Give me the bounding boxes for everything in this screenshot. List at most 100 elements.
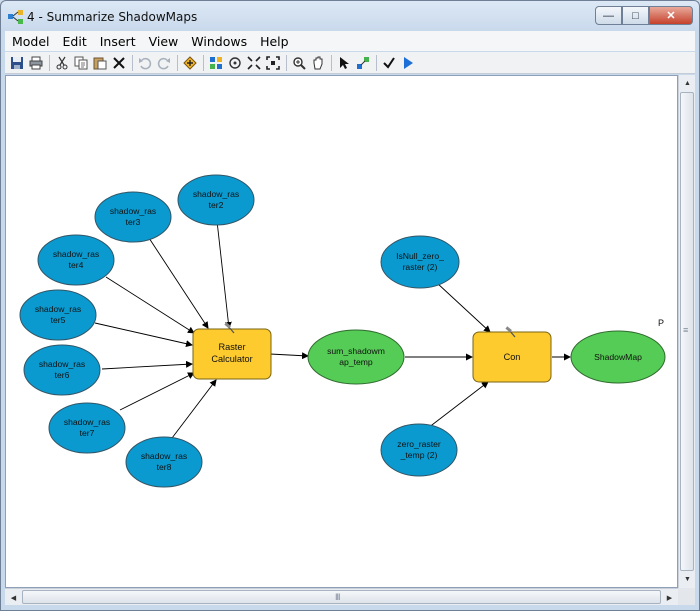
node-label: shadow_ras: [35, 304, 81, 314]
model-builder-window: 4 - Summarize ShadowMaps — □ ✕ Model Edi…: [0, 0, 700, 611]
node-label: ter8: [157, 462, 172, 472]
select-icon: [340, 56, 349, 69]
size-grip[interactable]: [678, 588, 695, 605]
node-label: ShadowMap: [594, 352, 642, 362]
output-node-shadowmap[interactable]: ShadowMap: [570, 330, 666, 384]
tool-node-con[interactable]: Con: [472, 326, 552, 383]
fixed-zoom-out-button[interactable]: [264, 54, 282, 72]
vertical-scroll-thumb[interactable]: ≡: [680, 92, 694, 571]
run-button[interactable]: [399, 54, 417, 72]
pan-button[interactable]: [309, 54, 327, 72]
connector-isnull-to-con[interactable]: [436, 282, 491, 333]
output-node-sum-shadowmap-temp[interactable]: sum_shadowm ap_temp: [307, 329, 405, 385]
horizontal-scroll-thumb[interactable]: III: [22, 590, 661, 604]
connector-zero-raster-to-con[interactable]: [427, 381, 489, 429]
caption-buttons: — □ ✕: [595, 6, 693, 26]
model-canvas[interactable]: shadow_ras ter2 shadow_ras ter3 shadow_r…: [5, 75, 678, 588]
node-label: Calculator: [211, 354, 252, 364]
standard-toolbar: [5, 52, 695, 74]
node-label: shadow_ras: [53, 249, 99, 259]
node-label: sum_shadowm: [327, 346, 385, 356]
minimize-icon: —: [603, 9, 614, 22]
node-label: shadow_ras: [193, 189, 239, 199]
print-icon: [29, 56, 43, 69]
node-label: Raster: [218, 342, 245, 352]
save-button[interactable]: [8, 54, 26, 72]
zoom-in-button[interactable]: [290, 54, 308, 72]
node-label: zero_raster: [397, 439, 441, 449]
node-label: _temp (2): [400, 450, 438, 460]
input-node-shadow-raster7[interactable]: shadow_ras ter7: [48, 402, 126, 454]
validate-button[interactable]: [380, 54, 398, 72]
connector-raster3-to-raster-calculator[interactable]: [148, 237, 209, 329]
menu-model[interactable]: Model: [5, 34, 56, 49]
vertical-scrollbar[interactable]: ▲ ≡ ▼: [678, 75, 695, 588]
input-node-isnull-zero-raster[interactable]: IsNull_zero_ raster (2): [380, 235, 460, 289]
model-diagram: shadow_ras ter2 shadow_ras ter3 shadow_r…: [19, 174, 666, 488]
connect-button[interactable]: [354, 54, 372, 72]
run-icon: [404, 56, 413, 69]
menu-windows[interactable]: Windows: [184, 34, 253, 49]
parameter-flag: P: [658, 318, 664, 328]
fixed-zoom-in-button[interactable]: [245, 54, 263, 72]
scroll-up-button[interactable]: ▲: [679, 75, 696, 92]
connector-raster4-to-raster-calculator[interactable]: [105, 276, 195, 334]
auto-layout-icon: [210, 56, 222, 69]
cut-button[interactable]: [53, 54, 71, 72]
print-button[interactable]: [27, 54, 45, 72]
node-label: ter3: [126, 217, 141, 227]
scroll-right-button[interactable]: ▶: [661, 589, 678, 606]
add-data-button[interactable]: [181, 54, 199, 72]
toolbar-separator: [286, 54, 287, 71]
input-node-shadow-raster2[interactable]: shadow_ras ter2: [177, 174, 255, 226]
select-button[interactable]: [335, 54, 353, 72]
connector-raster5-to-raster-calculator[interactable]: [94, 322, 193, 348]
connector-raster6-to-raster-calculator[interactable]: [101, 360, 193, 370]
title-bar[interactable]: 4 - Summarize ShadowMaps — □ ✕: [1, 1, 699, 31]
full-extent-button[interactable]: [226, 54, 244, 72]
node-label: ter2: [209, 200, 224, 210]
validate-icon: [383, 56, 395, 69]
maximize-button[interactable]: □: [622, 6, 649, 25]
connector-raster2-to-raster-calculator[interactable]: [216, 220, 232, 329]
input-node-shadow-raster6[interactable]: shadow_ras ter6: [23, 344, 101, 396]
close-button[interactable]: ✕: [649, 6, 693, 25]
input-node-shadow-raster3[interactable]: shadow_ras ter3: [94, 191, 172, 243]
connector-raster7-to-raster-calculator[interactable]: [119, 372, 195, 411]
maximize-icon: □: [632, 9, 639, 22]
paste-button[interactable]: [91, 54, 109, 72]
auto-layout-button[interactable]: [207, 54, 225, 72]
delete-button[interactable]: [110, 54, 128, 72]
redo-button[interactable]: [155, 54, 173, 72]
input-node-shadow-raster4[interactable]: shadow_ras ter4: [37, 234, 115, 286]
menu-view[interactable]: View: [142, 34, 185, 49]
undo-button[interactable]: [136, 54, 154, 72]
window-title: 4 - Summarize ShadowMaps: [27, 10, 198, 24]
redo-icon: [157, 57, 170, 69]
menu-help[interactable]: Help: [253, 34, 295, 49]
close-icon: ✕: [666, 10, 676, 22]
toolbar-separator: [177, 54, 178, 71]
input-node-shadow-raster5[interactable]: shadow_ras ter5: [19, 289, 97, 341]
menu-edit[interactable]: Edit: [56, 34, 93, 49]
modelbuilder-app-icon: [8, 10, 24, 24]
scroll-left-button[interactable]: ◀: [5, 589, 22, 606]
copy-button[interactable]: [72, 54, 90, 72]
input-node-zero-raster-temp[interactable]: zero_raster _temp (2): [380, 423, 458, 477]
add-data-icon: [183, 55, 197, 70]
scroll-down-button[interactable]: ▼: [679, 571, 696, 588]
node-label: ap_temp: [339, 357, 373, 367]
menu-insert[interactable]: Insert: [93, 34, 142, 49]
tool-node-raster-calculator[interactable]: Raster Calculator: [192, 322, 272, 380]
node-label: shadow_ras: [64, 417, 110, 427]
undo-icon: [139, 57, 152, 69]
connector-raster-calculator-to-sum[interactable]: [269, 352, 309, 360]
minimize-button[interactable]: —: [595, 6, 622, 25]
horizontal-scrollbar[interactable]: ◀ III ▶: [5, 588, 678, 605]
connector-raster8-to-raster-calculator[interactable]: [168, 379, 217, 443]
node-label: raster (2): [403, 262, 438, 272]
toolbar-separator: [132, 54, 133, 71]
node-label: ter6: [55, 370, 70, 380]
input-node-shadow-raster8[interactable]: shadow_ras ter8: [125, 436, 203, 488]
zoom-in-icon: [293, 56, 306, 70]
